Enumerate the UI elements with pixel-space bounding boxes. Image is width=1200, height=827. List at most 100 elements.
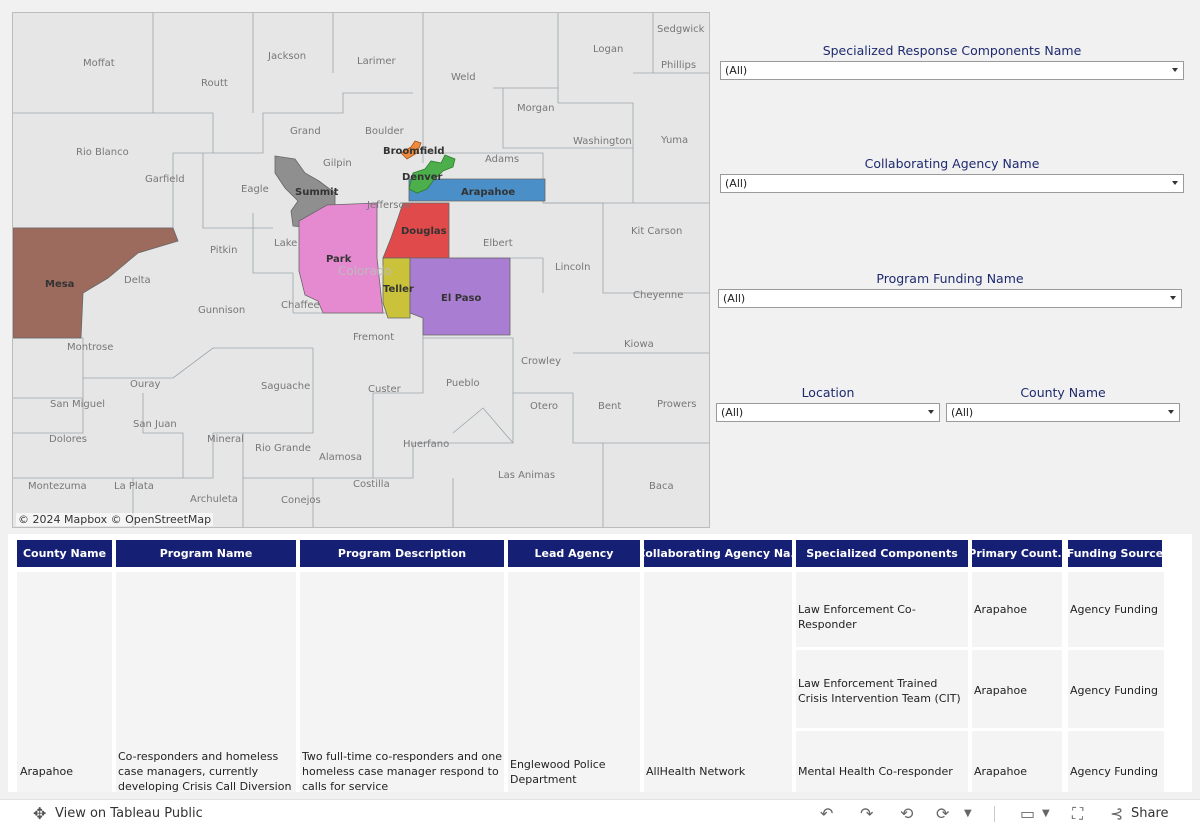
tableau-logo-icon[interactable]: ✥ bbox=[33, 804, 46, 823]
county-label-weld: Weld bbox=[451, 72, 476, 83]
header-primary-county[interactable]: Primary Count.. bbox=[972, 540, 1062, 567]
map-svg[interactable]: Moffat Jackson Larimer Weld Logan Sedgwick Phi… bbox=[13, 13, 710, 528]
county-label-eagle: Eagle bbox=[241, 184, 269, 195]
cell-county: Arapahoe bbox=[20, 765, 73, 778]
county-label-boulder: Boulder bbox=[365, 126, 405, 137]
county-label-lake: Lake bbox=[274, 238, 297, 249]
county-label-dolores: Dolores bbox=[49, 434, 87, 445]
label-denver: Denver bbox=[402, 172, 443, 183]
redo-icon[interactable]: ↷ bbox=[860, 804, 873, 823]
filter-funding-select[interactable]: (All) bbox=[718, 289, 1182, 308]
county-label-pitkin: Pitkin bbox=[210, 245, 237, 256]
county-label-washington: Washington bbox=[573, 136, 632, 147]
county-label-huerfano: Huerfano bbox=[403, 439, 449, 450]
county-label-grand: Grand bbox=[290, 126, 321, 137]
chevron-down-icon[interactable]: ▼ bbox=[1042, 808, 1050, 819]
column-bg bbox=[644, 572, 792, 792]
filter-county-select[interactable]: (All) bbox=[946, 403, 1180, 422]
cell-lead-agency: Englewood Police Department bbox=[510, 758, 606, 786]
header-lead-agency[interactable]: Lead Agency bbox=[508, 540, 640, 567]
county-label-chaffee: Chaffee bbox=[281, 300, 320, 311]
filter-funding: Program Funding Name (All) bbox=[718, 271, 1182, 308]
county-label-saguache: Saguache bbox=[261, 381, 310, 392]
header-specialized-components[interactable]: Specialized Components bbox=[796, 540, 968, 567]
header-funding-source[interactable]: Funding Source bbox=[1068, 540, 1162, 567]
county-label-crowley: Crowley bbox=[521, 356, 561, 367]
column-bg bbox=[17, 572, 112, 792]
county-label-logan: Logan bbox=[593, 44, 623, 55]
cell-funding: Agency Funding bbox=[1070, 765, 1158, 778]
chevron-down-icon bbox=[1170, 296, 1176, 300]
county-label-montezuma: Montezuma bbox=[28, 481, 87, 492]
county-label-costilla: Costilla bbox=[353, 479, 390, 490]
header-collaborating-agency[interactable]: Collaborating Agency Na.. bbox=[644, 540, 792, 567]
county-label-moffat: Moffat bbox=[83, 58, 115, 69]
fullscreen-icon[interactable]: ⛶ bbox=[1072, 804, 1083, 824]
county-label-kit-carson: Kit Carson bbox=[631, 226, 682, 237]
filter-agency-title: Collaborating Agency Name bbox=[864, 156, 1040, 171]
cell-primary-county: Arapahoe bbox=[974, 684, 1027, 697]
county-label-rio-blanco: Rio Blanco bbox=[76, 147, 129, 158]
county-label-la-plata: La Plata bbox=[114, 481, 154, 492]
county-label-baca: Baca bbox=[649, 481, 674, 492]
header-program-description[interactable]: Program Description bbox=[300, 540, 504, 567]
chevron-down-icon bbox=[1168, 410, 1174, 414]
cell-primary-county: Arapahoe bbox=[974, 765, 1027, 778]
filter-components-select[interactable]: (All) bbox=[720, 61, 1184, 80]
county-label-gilpin: Gilpin bbox=[323, 158, 352, 169]
label-teller: Teller bbox=[383, 284, 414, 295]
cell-funding: Agency Funding bbox=[1070, 603, 1158, 616]
county-label-larimer: Larimer bbox=[357, 56, 396, 67]
row-divider bbox=[796, 728, 1164, 731]
county-label-adams: Adams bbox=[485, 154, 519, 165]
county-label-san-miguel: San Miguel bbox=[50, 399, 105, 410]
cell-primary-county: Arapahoe bbox=[974, 603, 1027, 616]
filter-location-select[interactable]: (All) bbox=[716, 403, 940, 422]
comment-icon[interactable]: ▭ bbox=[1020, 804, 1035, 823]
county-label-custer: Custer bbox=[368, 384, 402, 395]
county-label-phillips: Phillips bbox=[661, 60, 696, 71]
county-label-routt: Routt bbox=[201, 78, 228, 89]
cell-program-description: Two full-time co-responders and one home… bbox=[302, 750, 502, 792]
header-program-name[interactable]: Program Name bbox=[116, 540, 296, 567]
chevron-down-icon[interactable]: ▼ bbox=[964, 808, 972, 819]
filter-components-title: Specialized Response Components Name bbox=[822, 43, 1082, 58]
label-park: Park bbox=[326, 254, 352, 265]
label-arapahoe: Arapahoe bbox=[461, 187, 515, 198]
label-summit: Summit bbox=[295, 187, 339, 198]
share-icon[interactable]: ⊰ bbox=[1110, 804, 1123, 823]
row-divider bbox=[796, 647, 1164, 650]
tableau-footer: ✥ View on Tableau Public ↶ ↷ ⟲ ⟳ ▼ ▭ ▼ ⛶… bbox=[0, 799, 1200, 827]
county-label-pueblo: Pueblo bbox=[446, 378, 480, 389]
view-on-tableau-link[interactable]: View on Tableau Public bbox=[55, 806, 203, 821]
filter-agency: Collaborating Agency Name (All) bbox=[720, 156, 1184, 193]
filter-agency-select[interactable]: (All) bbox=[720, 174, 1184, 193]
revert-icon[interactable]: ⟲ bbox=[900, 804, 913, 823]
filter-location: Location (All) bbox=[716, 385, 940, 422]
chevron-down-icon bbox=[1172, 181, 1178, 185]
county-label-archuleta: Archuleta bbox=[190, 494, 238, 505]
state-watermark: Colorado bbox=[338, 264, 392, 278]
county-label-prowers: Prowers bbox=[657, 399, 697, 410]
county-label-fremont: Fremont bbox=[353, 332, 394, 343]
cell-collab-agency: AllHealth Network bbox=[646, 765, 746, 778]
map-attribution[interactable]: © 2024 Mapbox © OpenStreetMap bbox=[16, 513, 214, 526]
cell-component: Law Enforcement Trained Crisis Intervent… bbox=[798, 677, 961, 705]
label-el-paso: El Paso bbox=[441, 293, 482, 304]
refresh-icon[interactable]: ⟳ bbox=[936, 804, 949, 823]
share-button[interactable]: Share bbox=[1131, 806, 1169, 821]
header-county-name[interactable]: County Name bbox=[17, 540, 112, 567]
county-label-lincoln: Lincoln bbox=[555, 262, 590, 273]
cell-program-name: Co-responders and homeless case managers… bbox=[118, 750, 292, 792]
label-broomfield: Broomfield bbox=[383, 146, 445, 157]
county-label-yuma: Yuma bbox=[660, 135, 688, 146]
county-label-elbert: Elbert bbox=[483, 238, 513, 249]
county-label-kiowa: Kiowa bbox=[624, 339, 654, 350]
county-label-jefferson: Jefferson bbox=[366, 200, 411, 211]
county-label-alamosa: Alamosa bbox=[319, 452, 362, 463]
filter-county: County Name (All) bbox=[946, 385, 1180, 422]
undo-icon[interactable]: ↶ bbox=[820, 804, 833, 823]
filter-county-value: (All) bbox=[951, 406, 974, 419]
county-label-sedgwick: Sedgwick bbox=[657, 24, 705, 35]
county-map[interactable]: Moffat Jackson Larimer Weld Logan Sedgwick Phi… bbox=[12, 12, 710, 528]
